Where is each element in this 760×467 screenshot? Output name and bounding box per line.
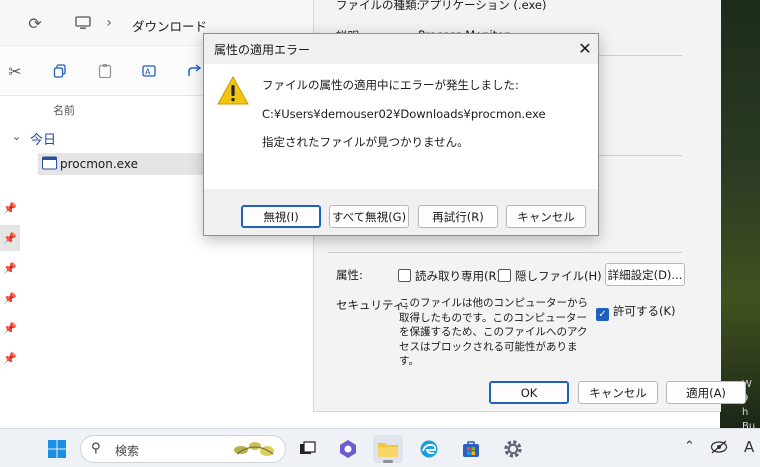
store-icon[interactable]: [456, 435, 486, 463]
tray-chevron-up-icon[interactable]: ⌃: [684, 439, 695, 454]
monitor-icon[interactable]: [72, 12, 94, 34]
column-header-name[interactable]: 名前: [53, 102, 75, 118]
running-indicator: [383, 460, 393, 463]
task-view-icon[interactable]: [292, 435, 322, 463]
wallpaper-caption-line: h: [742, 407, 749, 418]
search-placeholder: 検索: [115, 444, 140, 458]
dialog-cancel-button[interactable]: キャンセル: [506, 205, 586, 228]
close-icon[interactable]: ✕: [574, 37, 596, 59]
edge-icon[interactable]: [414, 435, 444, 463]
apply-attributes-error-dialog: 属性の適用エラー ✕ ファイルの属性の適用中にエラーが発生しました: C:¥Us…: [203, 33, 599, 236]
pin-icon[interactable]: 📌: [0, 315, 20, 341]
apply-button[interactable]: 適用(A): [666, 381, 746, 404]
readonly-label: 読み取り専用(R): [415, 269, 501, 283]
checkbox-box[interactable]: [398, 269, 411, 282]
cut-icon[interactable]: ✂: [4, 60, 26, 82]
dialog-body: ファイルの属性の適用中にエラーが発生しました: C:¥Users¥demouse…: [204, 64, 598, 189]
copy-icon[interactable]: [49, 60, 71, 82]
taskbar-search-box[interactable]: ⚲ 検索: [80, 435, 286, 463]
svg-text:A: A: [145, 68, 151, 77]
pin-icon[interactable]: 📌: [0, 345, 20, 371]
unblock-label: 許可する(K): [613, 304, 676, 318]
exe-file-icon: [42, 156, 57, 173]
readonly-checkbox[interactable]: 読み取り専用(R): [398, 268, 501, 284]
file-type-value: アプリケーション (.exe): [418, 0, 547, 12]
file-type-label: ファイルの種類:: [336, 0, 421, 12]
collapse-chevron-icon[interactable]: ⌄: [12, 130, 21, 143]
retry-button[interactable]: 再試行(R): [418, 205, 498, 228]
search-highlight-icon: [231, 438, 279, 463]
divider: [328, 252, 682, 253]
file-explorer-taskbar-icon[interactable]: [373, 435, 403, 463]
group-header-today[interactable]: 今日: [30, 129, 56, 148]
checkbox-box[interactable]: [498, 269, 511, 282]
pin-icon[interactable]: 📌: [0, 285, 20, 311]
settings-gear-icon[interactable]: [498, 435, 528, 463]
quick-access-pins: 📌 📌 📌 📌 📌 📌: [0, 195, 26, 375]
file-name: procmon.exe: [60, 157, 138, 171]
ignore-all-button[interactable]: すべて無視(G): [329, 205, 409, 228]
ok-button[interactable]: OK: [489, 381, 569, 404]
hidden-checkbox[interactable]: 隠しファイル(H): [498, 268, 602, 284]
error-file-path: C:¥Users¥demouser02¥Downloads¥procmon.ex…: [262, 107, 546, 121]
unblock-checkbox[interactable]: ✓ 許可する(K): [596, 303, 676, 321]
network-offline-icon[interactable]: [710, 440, 728, 457]
refresh-icon[interactable]: ⟳: [24, 12, 46, 34]
rename-icon[interactable]: A: [139, 60, 161, 82]
hidden-label: 隠しファイル(H): [515, 269, 602, 283]
checkbox-checked-icon[interactable]: ✓: [596, 308, 609, 321]
breadcrumb-downloads[interactable]: ダウンロード: [132, 16, 207, 35]
desktop-wallpaper: [720, 0, 760, 428]
taskbar: ⚲ 検索 ⌃ A: [0, 428, 760, 467]
search-icon: ⚲: [91, 441, 101, 456]
security-label: セキュリティ:: [336, 298, 409, 312]
pin-icon[interactable]: 📌: [0, 225, 20, 251]
ignore-button[interactable]: 無視(I): [241, 205, 321, 228]
start-button[interactable]: [42, 435, 72, 463]
attributes-label: 属性:: [336, 268, 363, 282]
error-detail: 指定されたファイルが見つかりません。: [262, 135, 469, 149]
advanced-button[interactable]: 詳細設定(D)...: [605, 263, 685, 286]
input-method-indicator[interactable]: A: [744, 438, 754, 456]
pin-icon[interactable]: 📌: [0, 195, 20, 221]
chevron-right-icon: ›: [106, 15, 112, 31]
cancel-button[interactable]: キャンセル: [578, 381, 658, 404]
dialog-title: 属性の適用エラー: [214, 43, 311, 57]
copilot-icon[interactable]: [333, 435, 363, 463]
security-warning-text: このファイルは他のコンピューターから取得したものです。このコンピューターを保護す…: [399, 297, 588, 367]
pin-icon[interactable]: 📌: [0, 255, 20, 281]
error-message: ファイルの属性の適用中にエラーが発生しました:: [262, 78, 519, 92]
paste-icon[interactable]: [94, 60, 116, 82]
warning-icon: [217, 75, 249, 108]
